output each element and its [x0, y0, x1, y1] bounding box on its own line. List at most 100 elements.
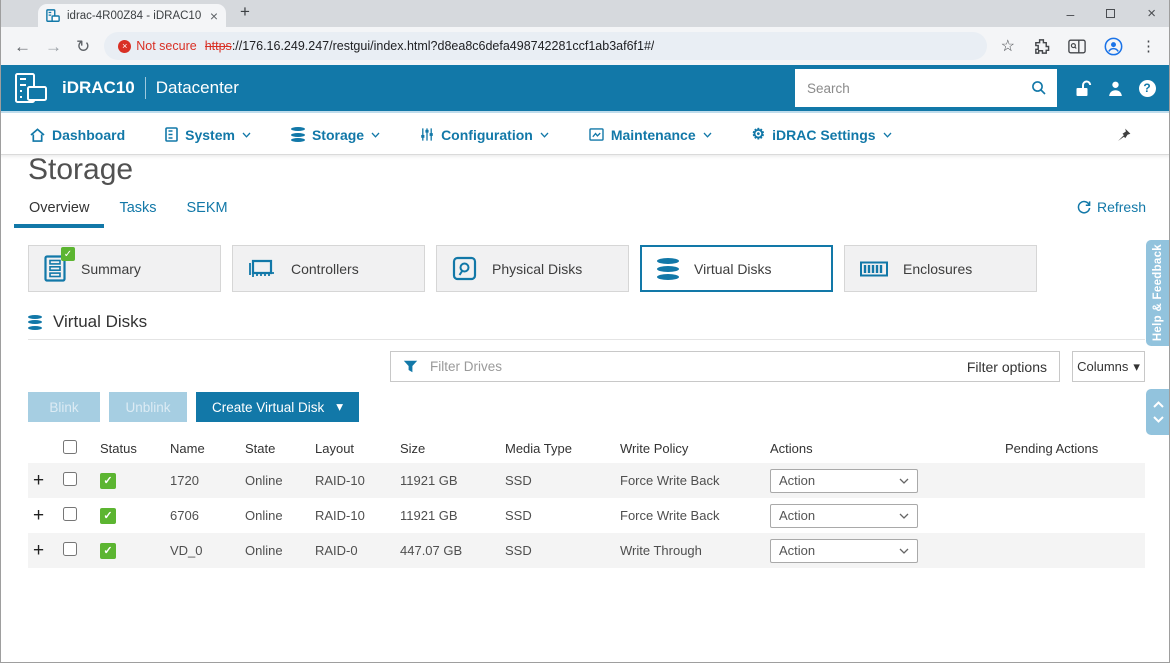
healthy-check-badge: ✓	[61, 247, 75, 261]
create-virtual-disk-button[interactable]: Create Virtual Disk ▾	[196, 392, 360, 422]
search-input[interactable]	[805, 79, 1023, 97]
tab-sekm[interactable]: SEKM	[172, 198, 243, 228]
expand-row-icon[interactable]: +	[28, 506, 58, 525]
columns-dropdown[interactable]: Columns ▾	[1072, 351, 1145, 382]
col-size: Size	[400, 440, 426, 456]
filter-drives-box[interactable]: Filter options	[390, 351, 1060, 382]
vd-state: Online	[245, 543, 283, 558]
virtual-disk-icon	[657, 256, 679, 282]
caret-down-icon: ▾	[1133, 358, 1140, 374]
menu-label: Storage	[311, 126, 365, 143]
window-minimize-icon[interactable]: –	[1066, 6, 1074, 22]
action-select[interactable]: Action	[770, 468, 918, 493]
unblink-button[interactable]: Unblink	[109, 392, 187, 422]
row-checkbox[interactable]	[63, 542, 77, 556]
unlock-icon[interactable]	[1075, 80, 1093, 97]
controller-icon	[248, 257, 276, 281]
tab-close-icon[interactable]: ×	[210, 9, 218, 23]
browser-tab-strip: idrac-4R00Z84 - iDRAC10 - Stor × + – ×	[0, 0, 1170, 27]
window-close-icon[interactable]: ×	[1147, 5, 1156, 22]
url-rest: ://176.16.249.247/restgui/index.html?d8e…	[231, 39, 655, 53]
virtual-disks-table: Status Name State Layout Size Media Type…	[28, 433, 1145, 568]
extensions-icon[interactable]	[1033, 38, 1050, 55]
expand-row-icon[interactable]: +	[28, 541, 58, 560]
tab-overview[interactable]: Overview	[14, 198, 105, 228]
virtual-disk-icon	[28, 313, 42, 331]
col-actions: Actions	[770, 440, 813, 456]
side-panel-icon[interactable]	[1068, 39, 1086, 54]
global-search[interactable]	[795, 69, 1057, 107]
menu-configuration[interactable]: Configuration	[420, 127, 549, 143]
col-state: State	[245, 440, 276, 456]
address-bar[interactable]: × Not secure https://176.16.249.247/rest…	[104, 32, 987, 60]
profile-icon[interactable]	[1104, 37, 1123, 56]
idrac-logo-icon	[15, 73, 47, 103]
card-label: Physical Disks	[492, 260, 583, 277]
col-pending-actions: Pending Actions	[1005, 440, 1099, 456]
card-controllers[interactable]: Controllers	[232, 245, 425, 292]
menu-maintenance[interactable]: Maintenance	[589, 127, 712, 143]
menu-storage[interactable]: Storage	[290, 126, 380, 144]
card-summary[interactable]: ✓ Summary	[28, 245, 221, 292]
new-tab-button[interactable]: +	[240, 2, 250, 22]
col-status: Status	[100, 440, 137, 456]
main-menu: Dashboard System Storage Configuration M…	[0, 115, 1170, 155]
section-divider	[28, 339, 1145, 340]
vd-write-policy: Force Write Back	[620, 508, 720, 523]
filter-drives-input[interactable]	[428, 358, 957, 375]
vd-media-type: SSD	[505, 473, 532, 488]
action-select[interactable]: Action	[770, 503, 918, 528]
tab-title: idrac-4R00Z84 - iDRAC10 - Stor	[67, 9, 203, 22]
help-feedback-tab[interactable]: Help & Feedback	[1146, 240, 1170, 346]
row-checkbox[interactable]	[63, 507, 77, 521]
server-icon	[165, 127, 178, 142]
refresh-button[interactable]: Refresh	[1077, 199, 1146, 215]
reload-icon[interactable]: ↻	[76, 38, 90, 55]
row-checkbox[interactable]	[63, 472, 77, 486]
card-enclosures[interactable]: Enclosures	[844, 245, 1037, 292]
license-edition: Datacenter	[155, 78, 239, 97]
tab-tasks[interactable]: Tasks	[104, 198, 171, 228]
vd-write-policy: Write Through	[620, 543, 702, 558]
chevron-up-icon[interactable]	[1152, 401, 1164, 408]
card-label: Summary	[81, 260, 141, 277]
product-name: iDRAC10	[62, 78, 135, 97]
chevron-down-icon	[899, 548, 909, 554]
vd-state: Online	[245, 473, 283, 488]
table-row: + ✓ 1720 Online RAID-10 11921 GB SSD For…	[28, 463, 1145, 498]
card-label: Enclosures	[903, 260, 973, 277]
action-select[interactable]: Action	[770, 538, 918, 563]
window-maximize-icon[interactable]	[1106, 9, 1116, 18]
menu-label: iDRAC Settings	[772, 126, 876, 143]
vd-name: 1720	[170, 473, 199, 488]
chevron-down-icon[interactable]	[1152, 416, 1164, 423]
menu-system[interactable]: System	[165, 127, 251, 143]
select-all-checkbox[interactable]	[63, 439, 77, 454]
blink-button[interactable]: Blink	[28, 392, 100, 422]
not-secure-badge[interactable]: × Not secure	[118, 39, 197, 53]
help-icon[interactable]: ?	[1138, 79, 1156, 97]
search-icon[interactable]	[1031, 80, 1047, 96]
back-icon[interactable]: ←	[14, 38, 31, 55]
menu-idrac-settings[interactable]: ⚙ iDRAC Settings	[752, 127, 892, 143]
pin-icon[interactable]	[1116, 127, 1132, 143]
card-virtual-disks[interactable]: Virtual Disks	[640, 245, 833, 292]
sliders-icon	[421, 128, 433, 141]
browser-menu-icon[interactable]: ⋮	[1141, 37, 1156, 55]
page-scroll-tab[interactable]	[1146, 389, 1170, 435]
bookmark-star-icon[interactable]: ☆	[1001, 36, 1015, 56]
filter-options-link[interactable]: Filter options	[967, 359, 1047, 375]
section-title: Virtual Disks	[53, 312, 148, 331]
not-secure-icon: ×	[118, 39, 132, 53]
menu-dashboard[interactable]: Dashboard	[30, 127, 125, 143]
chevron-down-icon	[883, 132, 892, 138]
table-header-row: Status Name State Layout Size Media Type…	[28, 433, 1145, 463]
forward-icon[interactable]: →	[45, 38, 62, 55]
user-icon[interactable]	[1107, 80, 1124, 97]
expand-row-icon[interactable]: +	[28, 471, 58, 490]
card-physical-disks[interactable]: Physical Disks	[436, 245, 629, 292]
browser-tab[interactable]: idrac-4R00Z84 - iDRAC10 - Stor ×	[38, 4, 226, 27]
url-text: https://176.16.249.247/restgui/index.htm…	[205, 39, 655, 53]
vd-layout: RAID-10	[315, 473, 365, 488]
filter-funnel-icon	[403, 360, 418, 373]
